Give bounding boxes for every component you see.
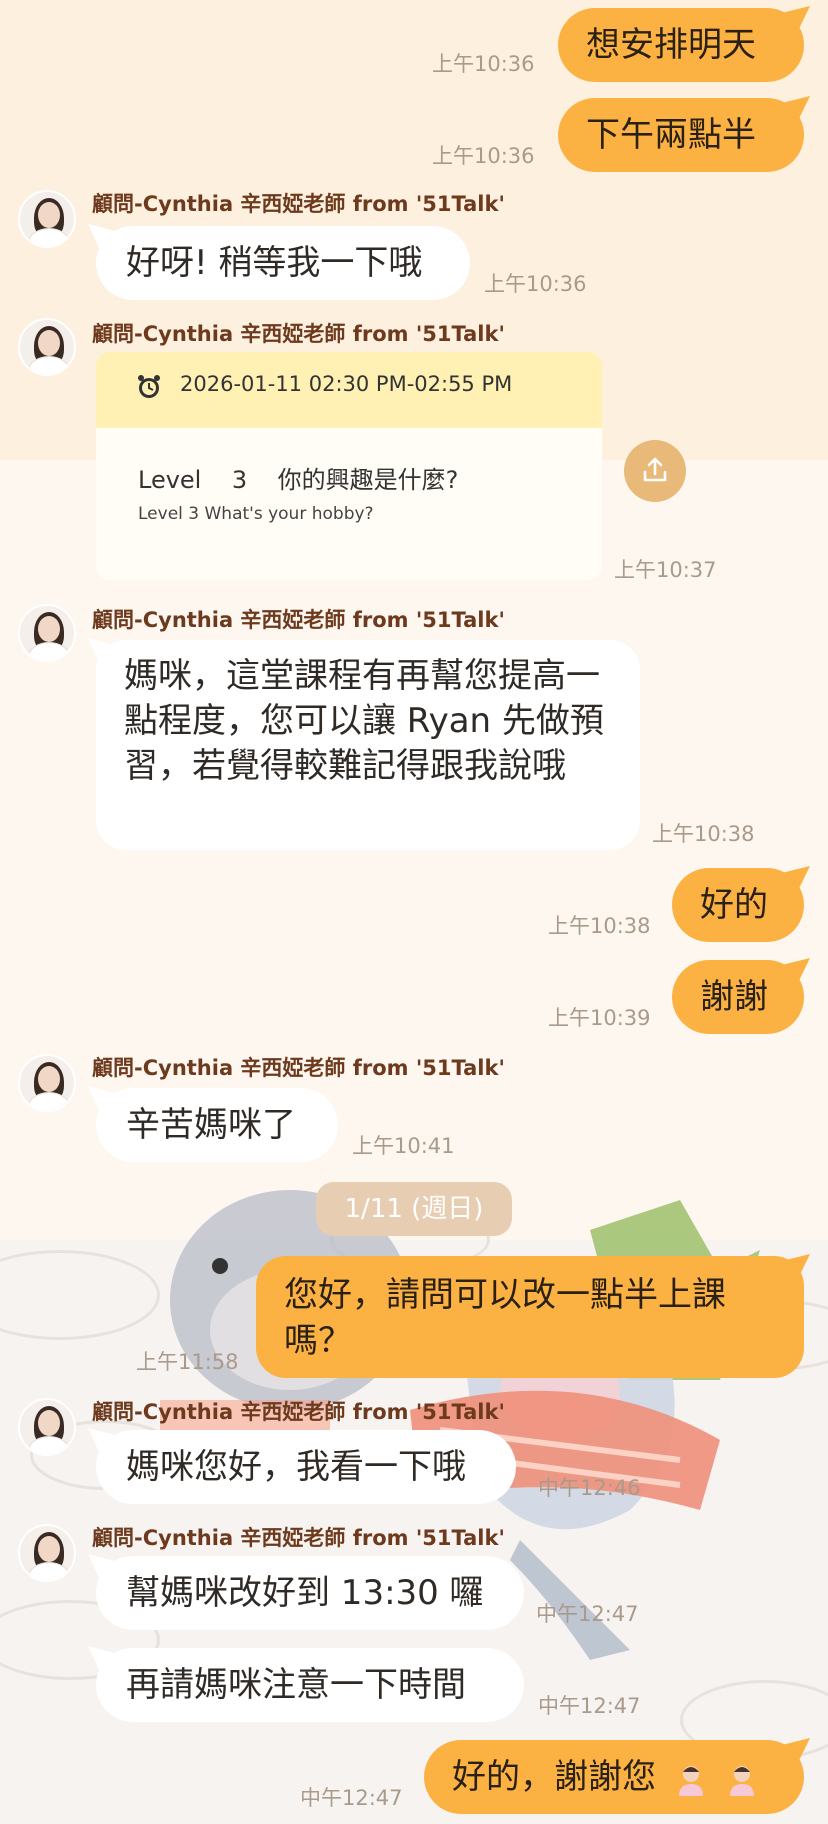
alarm-clock-icon <box>138 375 160 398</box>
outgoing-message-bubble[interactable]: 想安排明天 <box>558 8 804 82</box>
message-text: 好的，謝謝您 <box>452 1757 656 1797</box>
date-separator: 1/11 (週日) <box>316 1182 512 1236</box>
message-timestamp: 中午12:47 <box>300 1786 403 1810</box>
sender-name: 顧問-Cynthia 辛西婭老師 from '51Talk' <box>92 1526 505 1550</box>
message-timestamp: 上午10:36 <box>432 144 535 168</box>
class-schedule-card[interactable]: 2026-01-11 02:30 PM-02:55 PM Level 3 你的興… <box>96 352 602 580</box>
message-timestamp: 上午10:37 <box>614 558 717 582</box>
incoming-message-bubble[interactable]: 幫媽咪改好到 13:30 囉 <box>96 1556 524 1630</box>
message-timestamp: 中午12:47 <box>536 1602 639 1626</box>
sender-name: 顧問-Cynthia 辛西婭老師 from '51Talk' <box>92 1400 505 1424</box>
message-timestamp: 中午12:47 <box>538 1694 641 1718</box>
incoming-message-bubble[interactable]: 再請媽咪注意一下時間 <box>96 1648 524 1722</box>
outgoing-message-bubble[interactable]: 謝謝 <box>672 960 804 1034</box>
avatar[interactable] <box>18 1054 76 1112</box>
incoming-message-bubble[interactable]: 媽咪您好，我看一下哦 <box>96 1430 516 1504</box>
avatar[interactable] <box>18 604 76 662</box>
avatar[interactable] <box>18 1398 76 1456</box>
sender-name: 顧問-Cynthia 辛西婭老師 from '51Talk' <box>92 322 505 346</box>
outgoing-message-bubble[interactable]: 下午兩點半 <box>558 98 804 172</box>
message-timestamp: 上午10:41 <box>352 1134 455 1158</box>
message-timestamp: 上午10:36 <box>484 272 587 296</box>
share-upload-icon <box>643 457 667 482</box>
outgoing-message-bubble[interactable]: 您好，請問可以改一點半上課嗎？ <box>256 1256 804 1378</box>
incoming-message-bubble[interactable]: 辛苦媽咪了 <box>96 1088 338 1162</box>
card-lesson-title: Level 3 你的興趣是什麼? <box>138 466 459 494</box>
card-lesson-subtitle: Level 3 What's your hobby? <box>138 504 374 524</box>
sender-name: 顧問-Cynthia 辛西婭老師 from '51Talk' <box>92 608 505 632</box>
person-shrugging-emoji-icon <box>678 1765 703 1796</box>
message-timestamp: 中午12:46 <box>538 1476 641 1500</box>
message-timestamp: 上午11:58 <box>136 1350 239 1374</box>
outgoing-message-bubble[interactable]: 好的，謝謝您 <box>424 1740 804 1814</box>
card-datetime: 2026-01-11 02:30 PM-02:55 PM <box>180 372 513 396</box>
incoming-message-bubble[interactable]: 媽咪，這堂課程有再幫您提高一點程度，您可以讓 Ryan 先做預習，若覺得較難記得… <box>96 640 640 850</box>
message-timestamp: 上午10:36 <box>432 52 535 76</box>
incoming-message-bubble[interactable]: 好呀! 稍等我一下哦 <box>96 226 470 300</box>
message-timestamp: 上午10:38 <box>548 914 651 938</box>
share-button[interactable] <box>624 440 686 502</box>
avatar[interactable] <box>18 190 76 248</box>
sender-name: 顧問-Cynthia 辛西婭老師 from '51Talk' <box>92 1056 505 1080</box>
sender-name: 顧問-Cynthia 辛西婭老師 from '51Talk' <box>92 192 505 216</box>
message-timestamp: 上午10:39 <box>548 1006 651 1030</box>
person-shrugging-emoji-icon <box>729 1765 754 1796</box>
avatar[interactable] <box>18 318 76 376</box>
avatar[interactable] <box>18 1524 76 1582</box>
card-header: 2026-01-11 02:30 PM-02:55 PM <box>96 352 602 428</box>
message-timestamp: 上午10:38 <box>652 822 755 846</box>
outgoing-message-bubble[interactable]: 好的 <box>672 868 804 942</box>
